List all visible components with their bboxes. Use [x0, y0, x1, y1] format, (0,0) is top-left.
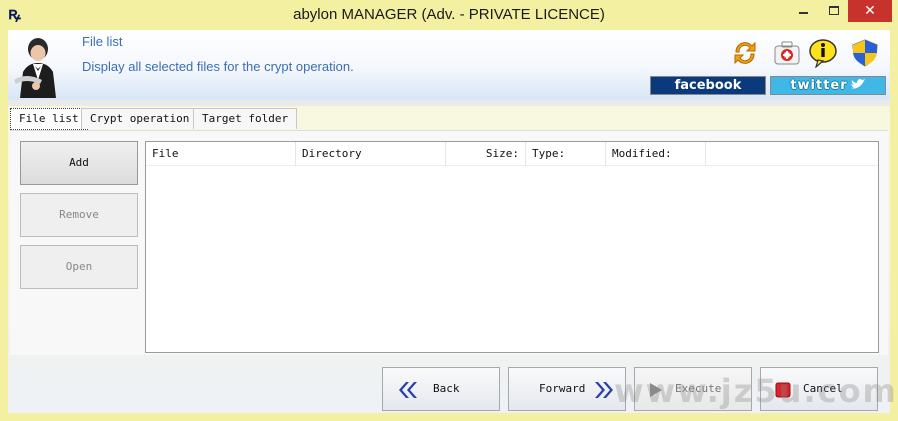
- remove-label: Remove: [59, 208, 99, 221]
- add-label: Add: [69, 156, 89, 169]
- back-button[interactable]: Back: [382, 367, 500, 411]
- tab-crypt-operation[interactable]: Crypt operation: [81, 108, 199, 129]
- minimize-button[interactable]: [790, 0, 818, 22]
- twitter-button[interactable]: twitter: [770, 76, 886, 95]
- forward-button[interactable]: Forward: [508, 367, 626, 411]
- column-header-modified[interactable]: Modified:: [606, 142, 706, 166]
- file-table[interactable]: File Directory Size: Type: Modified:: [145, 141, 879, 353]
- back-arrow-icon: [399, 382, 417, 398]
- minimize-icon: [799, 12, 808, 14]
- table-header: File Directory Size: Type: Modified:: [146, 142, 878, 166]
- info-icon[interactable]: [808, 38, 838, 68]
- maximize-button[interactable]: [820, 0, 848, 22]
- open-button[interactable]: Open: [20, 245, 138, 289]
- header: File list Display all selected files for…: [8, 30, 890, 100]
- back-label: Back: [433, 382, 460, 395]
- remove-button[interactable]: Remove: [20, 193, 138, 237]
- security-shield-icon[interactable]: [850, 38, 880, 68]
- window-title: abylon MANAGER (Adv. - PRIVATE LICENCE): [293, 6, 605, 23]
- tab-strip: File list Crypt operation Target folder: [10, 106, 890, 130]
- title-bar: ꝶ abylon MANAGER (Adv. - PRIVATE LICENCE…: [0, 0, 898, 30]
- header-title: File list: [82, 34, 123, 49]
- client-area: File list Display all selected files for…: [8, 30, 896, 413]
- update-refresh-icon[interactable]: [730, 38, 760, 68]
- open-label: Open: [65, 260, 93, 273]
- tab-label: Crypt operation: [90, 112, 190, 125]
- twitter-label: twitter: [790, 78, 848, 93]
- play-icon: [650, 383, 662, 397]
- tab-file-list[interactable]: File list: [10, 108, 88, 130]
- twitter-bird-icon: [850, 79, 865, 89]
- forward-arrow-icon: [595, 382, 613, 398]
- tab-target-folder[interactable]: Target folder: [193, 108, 298, 129]
- column-header-directory[interactable]: Directory: [296, 142, 446, 166]
- facebook-label: facebook: [674, 78, 742, 93]
- stop-icon: [775, 382, 791, 398]
- close-icon: ✕: [864, 3, 876, 19]
- column-header-type[interactable]: Type:: [526, 142, 606, 166]
- execute-button[interactable]: Execute: [634, 367, 752, 411]
- facebook-button[interactable]: facebook: [650, 76, 766, 95]
- butler-avatar-icon: [14, 38, 56, 98]
- execute-label: Execute: [675, 382, 722, 395]
- header-subtitle: Display all selected files for the crypt…: [82, 59, 354, 74]
- column-header-file[interactable]: File: [146, 142, 296, 166]
- cancel-button[interactable]: Cancel: [760, 367, 878, 411]
- add-button[interactable]: Add: [20, 141, 138, 185]
- column-header-size[interactable]: Size:: [446, 142, 526, 166]
- close-button[interactable]: ✕: [848, 0, 892, 22]
- maximize-icon: [829, 6, 839, 15]
- file-list-panel: Add Remove Open File Directory Size: Typ…: [10, 130, 888, 355]
- forward-label: Forward: [539, 382, 586, 395]
- tab-label: Target folder: [202, 112, 289, 125]
- tab-label: File list: [19, 112, 79, 125]
- app-logo-icon[interactable]: ꝶ: [8, 4, 28, 24]
- cancel-label: Cancel: [803, 382, 843, 395]
- help-firstaid-icon[interactable]: [772, 38, 802, 68]
